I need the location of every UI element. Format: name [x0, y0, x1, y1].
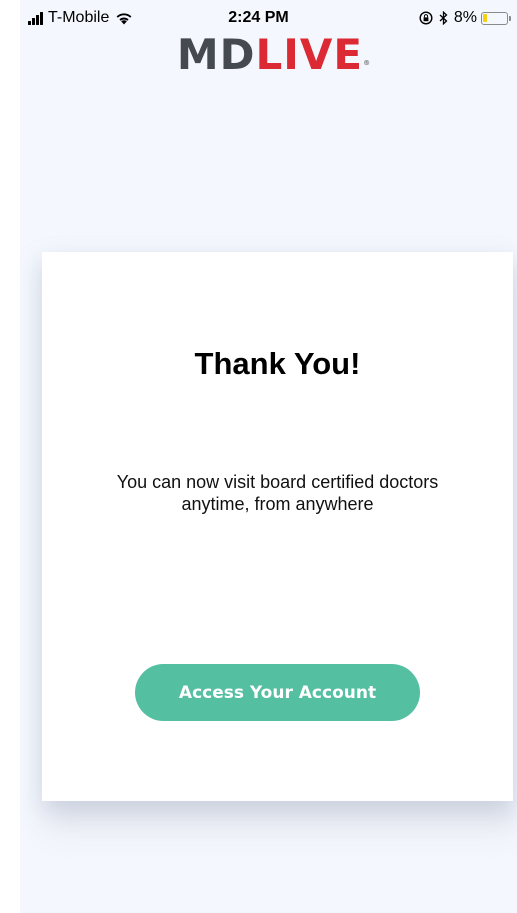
card-title: Thank You! [194, 346, 361, 381]
bluetooth-icon [439, 11, 448, 25]
battery-tip [509, 15, 511, 21]
card-message: You can now visit board certified doctor… [116, 472, 439, 514]
screen: T-Mobile 2:24 PM 8% MDLIVE® Thank You! Y… [0, 0, 517, 913]
battery-icon [481, 11, 508, 25]
logo-md-text: MD [176, 30, 256, 79]
rotation-lock-icon [419, 11, 433, 25]
battery-percent: 8% [453, 9, 477, 26]
access-account-button[interactable]: Access Your Account [135, 664, 420, 721]
status-right: 8% [419, 8, 511, 28]
logo-live-text: LIVE [255, 30, 364, 79]
status-bar: T-Mobile 2:24 PM 8% [0, 0, 517, 34]
battery-level-fill [483, 13, 487, 22]
mdlive-logo: MDLIVE® [0, 30, 517, 80]
confirmation-card: Thank You! You can now visit board certi… [42, 252, 513, 801]
logo-registered-mark: ® [363, 59, 371, 67]
